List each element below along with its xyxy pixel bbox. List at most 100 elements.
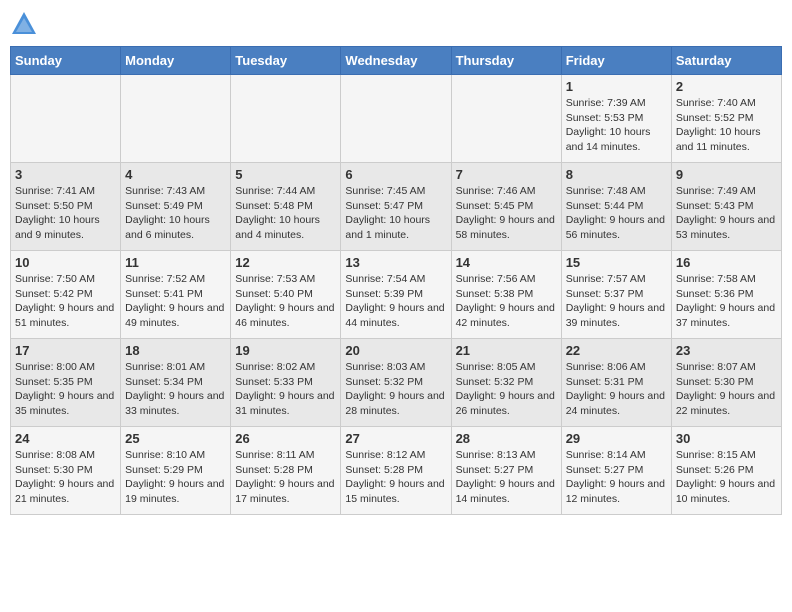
col-thursday: Thursday [451, 47, 561, 75]
day-cell: 16 Sunrise: 7:58 AMSunset: 5:36 PMDayligh… [671, 251, 781, 339]
day-cell: 4 Sunrise: 7:43 AMSunset: 5:49 PMDaylight… [121, 163, 231, 251]
day-info: Sunrise: 8:07 AMSunset: 5:30 PMDaylight:… [676, 360, 777, 419]
day-info: Sunrise: 8:01 AMSunset: 5:34 PMDaylight:… [125, 360, 226, 419]
day-info: Sunrise: 8:08 AMSunset: 5:30 PMDaylight:… [15, 448, 116, 507]
calendar-table: Sunday Monday Tuesday Wednesday Thursday… [10, 46, 782, 515]
day-number: 14 [456, 255, 557, 270]
day-cell: 2Sunrise: 7:40 AMSunset: 5:52 PMDaylight… [671, 75, 781, 163]
day-cell [121, 75, 231, 163]
day-number: 15 [566, 255, 667, 270]
day-cell: 1 Sunrise: 7:39 AMSunset: 5:53 PMDaylight… [561, 75, 671, 163]
day-cell: 26 Sunrise: 8:11 AMSunset: 5:28 PMDayligh… [231, 427, 341, 515]
day-cell: 25Sunrise: 8:10 AMSunset: 5:29 PMDayligh… [121, 427, 231, 515]
day-info: Sunrise: 7:57 AMSunset: 5:37 PMDaylight:… [566, 272, 667, 331]
day-cell: 15 Sunrise: 7:57 AMSunset: 5:37 PMDayligh… [561, 251, 671, 339]
day-number: 7 [456, 167, 557, 182]
day-info: Sunrise: 8:12 AMSunset: 5:28 PMDaylight:… [345, 448, 446, 507]
day-number: 1 [566, 79, 667, 94]
day-number: 30 [676, 431, 777, 446]
day-info: Sunrise: 7:44 AMSunset: 5:48 PMDaylight:… [235, 184, 336, 243]
day-number: 3 [15, 167, 116, 182]
day-number: 12 [235, 255, 336, 270]
day-info: Sunrise: 7:39 AMSunset: 5:53 PMDaylight:… [566, 96, 667, 155]
day-number: 17 [15, 343, 116, 358]
day-cell: 27Sunrise: 8:12 AMSunset: 5:28 PMDayligh… [341, 427, 451, 515]
day-number: 26 [235, 431, 336, 446]
day-info: Sunrise: 8:02 AMSunset: 5:33 PMDaylight:… [235, 360, 336, 419]
day-info: Sunrise: 8:03 AMSunset: 5:32 PMDaylight:… [345, 360, 446, 419]
day-number: 8 [566, 167, 667, 182]
day-cell: 10Sunrise: 7:50 AMSunset: 5:42 PMDayligh… [11, 251, 121, 339]
day-number: 11 [125, 255, 226, 270]
day-info: Sunrise: 7:53 AMSunset: 5:40 PMDaylight:… [235, 272, 336, 331]
day-number: 22 [566, 343, 667, 358]
day-cell: 8 Sunrise: 7:48 AMSunset: 5:44 PMDaylight… [561, 163, 671, 251]
day-cell: 12 Sunrise: 7:53 AMSunset: 5:40 PMDayligh… [231, 251, 341, 339]
day-cell [451, 75, 561, 163]
week-row-1: 1 Sunrise: 7:39 AMSunset: 5:53 PMDaylight… [11, 75, 782, 163]
calendar-header: Sunday Monday Tuesday Wednesday Thursday… [11, 47, 782, 75]
day-number: 2 [676, 79, 777, 94]
day-number: 23 [676, 343, 777, 358]
day-info: Sunrise: 7:54 AMSunset: 5:39 PMDaylight:… [345, 272, 446, 331]
day-number: 4 [125, 167, 226, 182]
day-cell: 22 Sunrise: 8:06 AMSunset: 5:31 PMDayligh… [561, 339, 671, 427]
day-number: 24 [15, 431, 116, 446]
week-row-5: 24 Sunrise: 8:08 AMSunset: 5:30 PMDayligh… [11, 427, 782, 515]
day-cell: 28 Sunrise: 8:13 AMSunset: 5:27 PMDayligh… [451, 427, 561, 515]
day-cell [341, 75, 451, 163]
day-info: Sunrise: 7:52 AMSunset: 5:41 PMDaylight:… [125, 272, 226, 331]
day-cell: 9 Sunrise: 7:49 AMSunset: 5:43 PMDaylight… [671, 163, 781, 251]
day-cell: 20 Sunrise: 8:03 AMSunset: 5:32 PMDayligh… [341, 339, 451, 427]
day-cell: 5 Sunrise: 7:44 AMSunset: 5:48 PMDaylight… [231, 163, 341, 251]
week-row-3: 10Sunrise: 7:50 AMSunset: 5:42 PMDayligh… [11, 251, 782, 339]
day-number: 5 [235, 167, 336, 182]
day-number: 20 [345, 343, 446, 358]
day-info: Sunrise: 7:45 AMSunset: 5:47 PMDaylight:… [345, 184, 446, 243]
day-info: Sunrise: 8:06 AMSunset: 5:31 PMDaylight:… [566, 360, 667, 419]
day-number: 13 [345, 255, 446, 270]
day-cell: 24 Sunrise: 8:08 AMSunset: 5:30 PMDayligh… [11, 427, 121, 515]
day-number: 18 [125, 343, 226, 358]
day-cell: 7 Sunrise: 7:46 AMSunset: 5:45 PMDaylight… [451, 163, 561, 251]
day-cell: 11 Sunrise: 7:52 AMSunset: 5:41 PMDayligh… [121, 251, 231, 339]
day-info: Sunrise: 8:11 AMSunset: 5:28 PMDaylight:… [235, 448, 336, 507]
col-wednesday: Wednesday [341, 47, 451, 75]
logo [10, 10, 42, 38]
day-info: Sunrise: 8:05 AMSunset: 5:32 PMDaylight:… [456, 360, 557, 419]
day-number: 10 [15, 255, 116, 270]
day-info: Sunrise: 8:14 AMSunset: 5:27 PMDaylight:… [566, 448, 667, 507]
day-info: Sunrise: 7:43 AMSunset: 5:49 PMDaylight:… [125, 184, 226, 243]
col-tuesday: Tuesday [231, 47, 341, 75]
day-info: Sunrise: 8:10 AMSunset: 5:29 PMDaylight:… [125, 448, 226, 507]
day-info: Sunrise: 8:13 AMSunset: 5:27 PMDaylight:… [456, 448, 557, 507]
day-cell: 3 Sunrise: 7:41 AMSunset: 5:50 PMDaylight… [11, 163, 121, 251]
col-sunday: Sunday [11, 47, 121, 75]
day-cell: 6Sunrise: 7:45 AMSunset: 5:47 PMDaylight… [341, 163, 451, 251]
day-cell: 19 Sunrise: 8:02 AMSunset: 5:33 PMDayligh… [231, 339, 341, 427]
day-number: 9 [676, 167, 777, 182]
header [10, 10, 782, 38]
calendar-body: 1 Sunrise: 7:39 AMSunset: 5:53 PMDaylight… [11, 75, 782, 515]
day-info: Sunrise: 7:56 AMSunset: 5:38 PMDaylight:… [456, 272, 557, 331]
day-cell: 23 Sunrise: 8:07 AMSunset: 5:30 PMDayligh… [671, 339, 781, 427]
day-cell: 17 Sunrise: 8:00 AMSunset: 5:35 PMDayligh… [11, 339, 121, 427]
week-row-2: 3 Sunrise: 7:41 AMSunset: 5:50 PMDaylight… [11, 163, 782, 251]
day-info: Sunrise: 8:15 AMSunset: 5:26 PMDaylight:… [676, 448, 777, 507]
day-cell: 21Sunrise: 8:05 AMSunset: 5:32 PMDayligh… [451, 339, 561, 427]
day-number: 29 [566, 431, 667, 446]
day-number: 19 [235, 343, 336, 358]
day-info: Sunrise: 7:49 AMSunset: 5:43 PMDaylight:… [676, 184, 777, 243]
day-info: Sunrise: 7:46 AMSunset: 5:45 PMDaylight:… [456, 184, 557, 243]
day-number: 16 [676, 255, 777, 270]
day-number: 28 [456, 431, 557, 446]
day-cell [231, 75, 341, 163]
day-info: Sunrise: 7:48 AMSunset: 5:44 PMDaylight:… [566, 184, 667, 243]
col-saturday: Saturday [671, 47, 781, 75]
day-info: Sunrise: 8:00 AMSunset: 5:35 PMDaylight:… [15, 360, 116, 419]
day-info: Sunrise: 7:58 AMSunset: 5:36 PMDaylight:… [676, 272, 777, 331]
col-monday: Monday [121, 47, 231, 75]
logo-icon [10, 10, 38, 38]
day-cell: 13 Sunrise: 7:54 AMSunset: 5:39 PMDayligh… [341, 251, 451, 339]
day-info: Sunrise: 7:41 AMSunset: 5:50 PMDaylight:… [15, 184, 116, 243]
